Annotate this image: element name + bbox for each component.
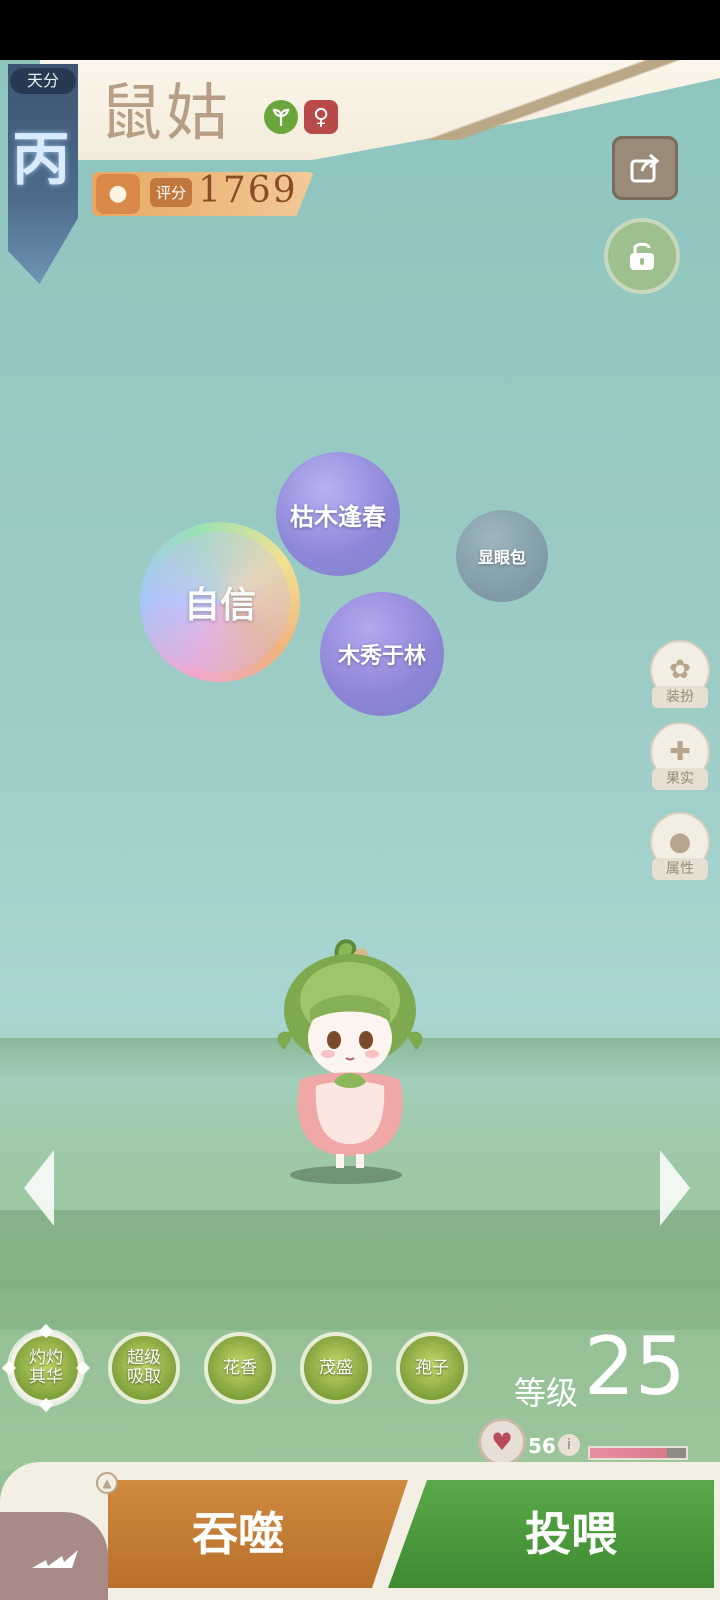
plus-icon: ✚ — [669, 737, 691, 767]
share-icon — [630, 153, 660, 183]
fruit-label: 果实 — [652, 768, 708, 790]
level-value: 25 — [584, 1320, 686, 1413]
arrow-up-icon: ▲ — [96, 1472, 118, 1494]
trait-bubble[interactable]: 枯木逢春 — [276, 452, 400, 576]
corner-menu-button[interactable] — [0, 1512, 108, 1600]
paw-icon: ● — [96, 174, 140, 214]
skill-button[interactable]: 花香 — [204, 1332, 276, 1404]
rank-label: 天分 — [10, 68, 76, 94]
trait-bubble[interactable]: 木秀于林 — [320, 592, 444, 716]
lock-icon — [630, 242, 654, 270]
trait-bubble-label: 自信 — [183, 585, 256, 626]
lock-button[interactable] — [604, 218, 680, 294]
dress-up-label: 装扮 — [652, 686, 708, 708]
skill-button[interactable]: 茂盛 — [300, 1332, 372, 1404]
feed-button[interactable]: 投喂 — [388, 1480, 714, 1588]
banner-stripe — [280, 60, 720, 140]
pet-character[interactable] — [270, 930, 440, 1180]
previous-pet-arrow[interactable] — [24, 1150, 54, 1226]
skill-button[interactable]: 灼灼 其华 — [10, 1332, 82, 1404]
devour-button[interactable]: 吞噬 — [108, 1480, 408, 1588]
hp-value: 56 — [528, 1434, 556, 1458]
pet-name: 鼠姑 — [100, 76, 233, 149]
trait-bubble[interactable]: 显眼包 — [456, 510, 548, 602]
share-button[interactable] — [612, 136, 678, 200]
butterfly-icon: ✿ — [669, 655, 691, 685]
next-pet-arrow[interactable] — [660, 1150, 690, 1226]
female-icon: ♀ — [304, 100, 338, 134]
info-icon[interactable]: i — [558, 1434, 580, 1456]
heart-icon: ♥ — [478, 1418, 526, 1466]
feather-icon — [32, 1550, 78, 1568]
rank-value: 丙 — [11, 125, 70, 193]
paw-icon: ● — [668, 827, 692, 857]
skill-button[interactable]: 超级 吸取 — [108, 1332, 180, 1404]
score-label: 评分 — [150, 178, 193, 207]
trait-bubble[interactable]: 自信 — [140, 522, 300, 682]
hp-bar — [588, 1446, 688, 1460]
attributes-label: 属性 — [652, 858, 708, 880]
hp-bar-fill — [590, 1448, 667, 1458]
skill-button[interactable]: 孢子 — [396, 1332, 468, 1404]
score-value: 1769 — [198, 170, 298, 211]
level-label: 等级 — [514, 1374, 579, 1412]
plant-icon — [264, 100, 298, 134]
